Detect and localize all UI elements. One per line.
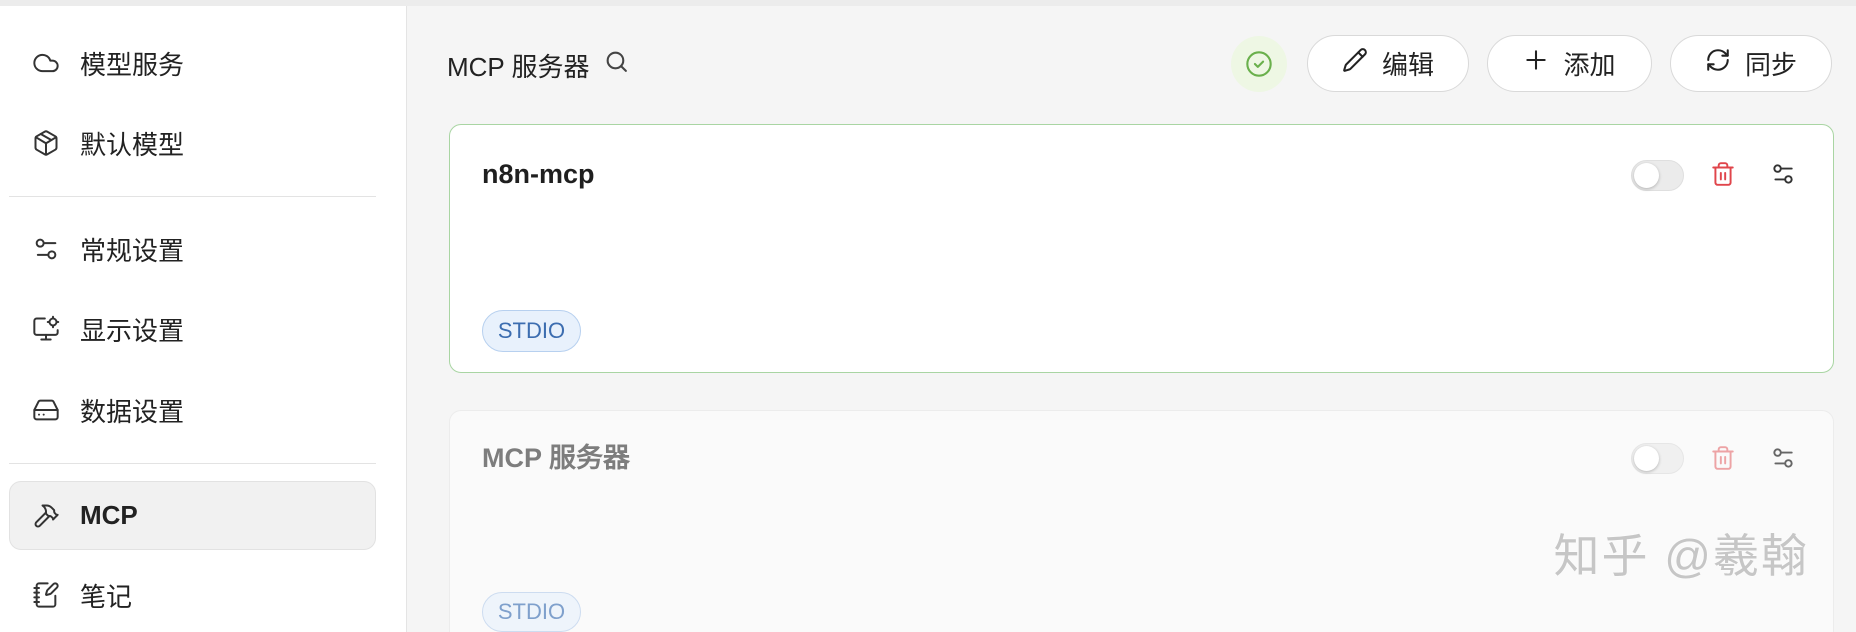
server-name: MCP 服务器 bbox=[482, 443, 631, 473]
add-button-label: 添加 bbox=[1563, 50, 1616, 80]
search-icon[interactable] bbox=[604, 49, 629, 81]
edit-button-label: 编辑 bbox=[1381, 50, 1434, 80]
sidebar-item-model-services[interactable]: 模型服务 bbox=[9, 35, 376, 91]
sidebar-item-default-model[interactable]: 默认模型 bbox=[9, 115, 376, 171]
notebook-pen-icon bbox=[32, 581, 60, 609]
sync-button[interactable]: 同步 bbox=[1670, 35, 1832, 92]
sidebar-item-label: 笔记 bbox=[80, 581, 133, 612]
hard-drive-icon bbox=[32, 396, 60, 424]
edit-button[interactable]: 编辑 bbox=[1307, 35, 1469, 92]
sidebar-item-data-settings[interactable]: 数据设置 bbox=[9, 382, 376, 438]
sidebar-item-display-settings[interactable]: 显示设置 bbox=[9, 301, 376, 357]
sidebar-item-label: MCP bbox=[80, 500, 138, 530]
server-enable-toggle[interactable] bbox=[1631, 443, 1684, 474]
plus-icon bbox=[1523, 47, 1549, 80]
page-title: MCP 服务器 bbox=[447, 51, 590, 82]
server-name: n8n-mcp bbox=[482, 159, 595, 189]
cloud-icon bbox=[32, 49, 60, 77]
settings-sliders-icon[interactable] bbox=[1770, 161, 1796, 187]
trash-icon[interactable] bbox=[1710, 445, 1736, 471]
monitor-settings-icon bbox=[32, 315, 60, 343]
sidebar-item-label: 显示设置 bbox=[80, 315, 185, 346]
server-type-badge: STDIO bbox=[482, 592, 581, 632]
sync-button-label: 同步 bbox=[1744, 50, 1797, 80]
sidebar-item-label: 数据设置 bbox=[80, 396, 185, 427]
pencil-icon bbox=[1342, 47, 1368, 80]
mcp-settings-panel: MCP 服务器 编辑 添加 同步 n8n-mcp STDIO MCP 服务器 S… bbox=[407, 6, 1856, 632]
package-icon bbox=[32, 129, 60, 157]
toggle-knob bbox=[1634, 446, 1659, 471]
server-type-badge: STDIO bbox=[482, 310, 581, 352]
trash-icon[interactable] bbox=[1710, 161, 1736, 187]
hammer-icon bbox=[32, 502, 60, 530]
page-header: MCP 服务器 bbox=[447, 47, 629, 83]
sidebar-item-mcp[interactable]: MCP bbox=[9, 481, 376, 550]
toggle-knob bbox=[1634, 163, 1659, 188]
refresh-icon bbox=[1705, 47, 1731, 80]
sidebar-item-general-settings[interactable]: 常规设置 bbox=[9, 221, 376, 277]
watermark: 知乎 @羲翰 bbox=[1553, 530, 1809, 582]
mcp-server-card[interactable]: n8n-mcp STDIO bbox=[449, 124, 1834, 373]
server-enable-toggle[interactable] bbox=[1631, 160, 1684, 191]
sidebar-divider bbox=[9, 196, 376, 197]
sidebar-item-label: 模型服务 bbox=[80, 49, 185, 80]
settings-sidebar: 模型服务 默认模型 常规设置 显示设置 数据设置 MCP 笔记 bbox=[0, 6, 407, 632]
sidebar-item-notes[interactable]: 笔记 bbox=[9, 567, 376, 623]
sidebar-item-label: 常规设置 bbox=[80, 235, 185, 266]
settings-sliders-icon[interactable] bbox=[1770, 445, 1796, 471]
check-circle-icon[interactable] bbox=[1231, 36, 1287, 92]
sidebar-item-label: 默认模型 bbox=[80, 129, 185, 160]
add-button[interactable]: 添加 bbox=[1487, 35, 1652, 92]
mcp-server-card[interactable]: MCP 服务器 STDIO bbox=[449, 410, 1834, 632]
sidebar-divider bbox=[9, 463, 376, 464]
sliders-icon bbox=[32, 235, 60, 263]
